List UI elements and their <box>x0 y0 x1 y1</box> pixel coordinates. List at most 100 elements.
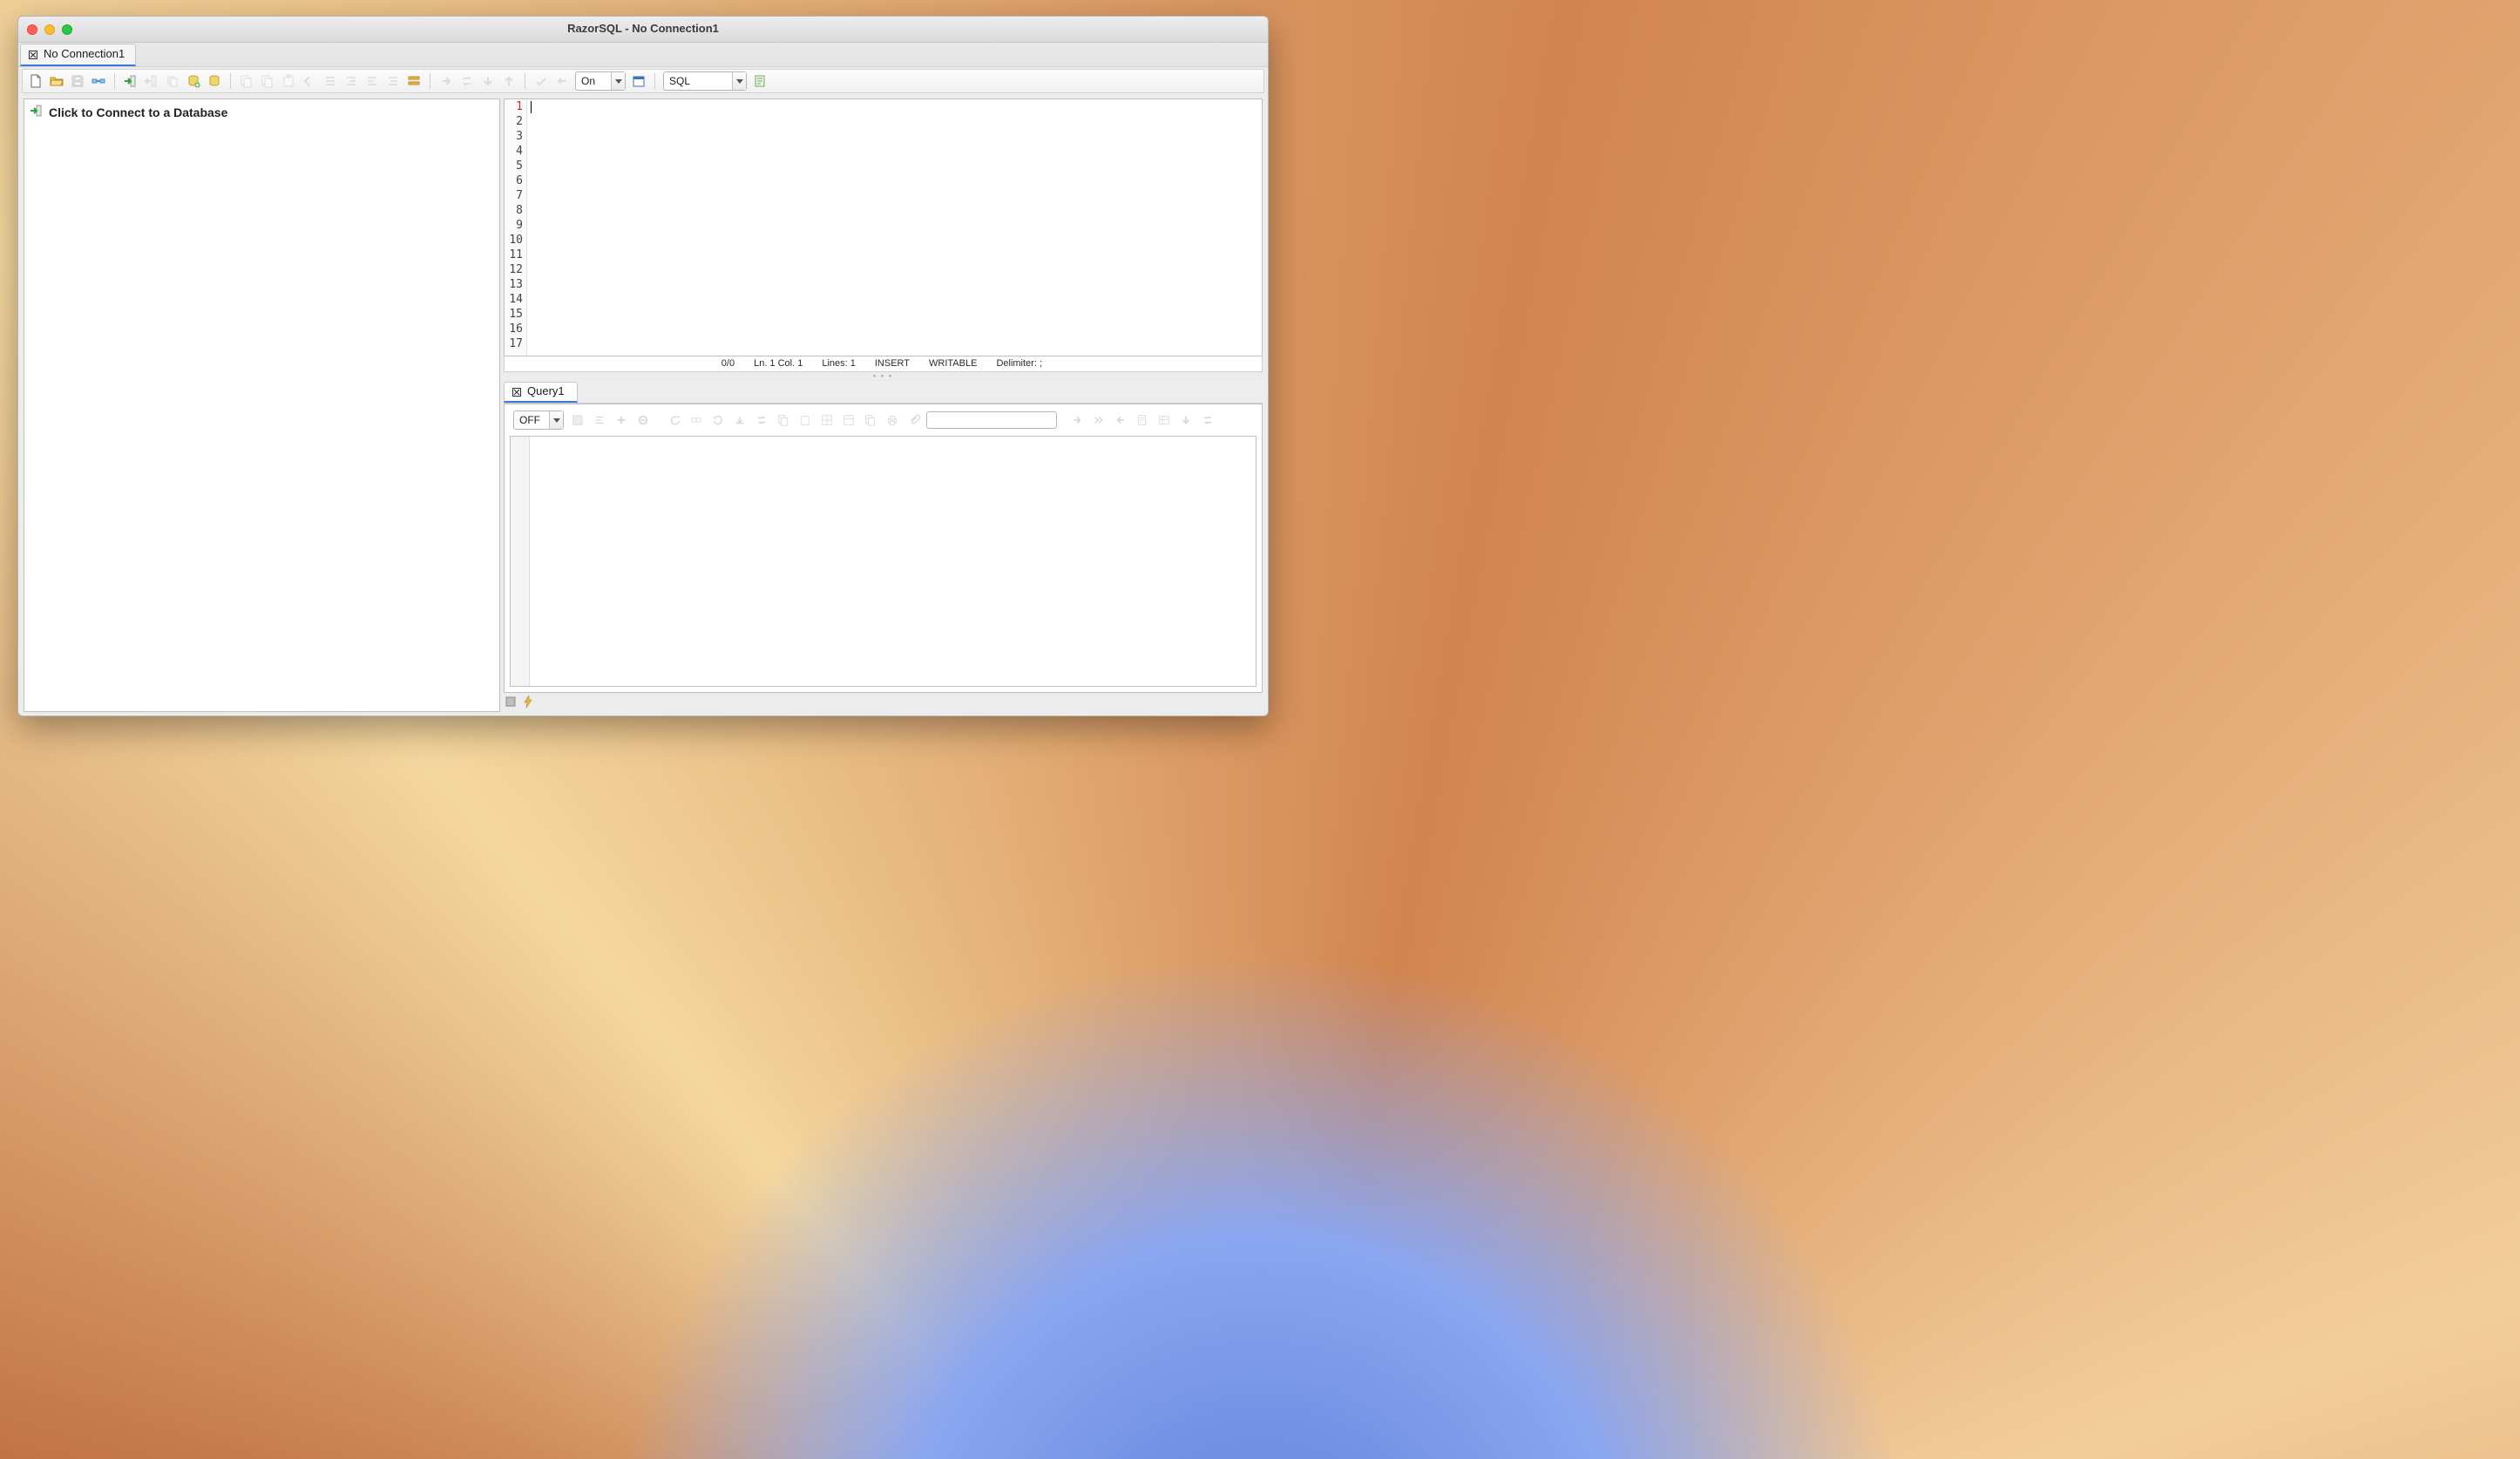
results-next-all-button[interactable] <box>1089 411 1108 429</box>
results-copy-button[interactable] <box>774 411 793 429</box>
results-tab-query1[interactable]: Query1 <box>504 382 578 403</box>
line-number: 6 <box>505 173 523 188</box>
sidebar-connect-item[interactable]: Click to Connect to a Database <box>24 99 499 126</box>
results-search-input[interactable] <box>926 411 1057 429</box>
close-icon[interactable] <box>511 387 522 397</box>
calendar-button[interactable] <box>629 72 648 90</box>
status-cursor: Ln. 1 Col. 1 <box>754 358 803 370</box>
indent-left-button[interactable] <box>321 72 340 90</box>
sql-editor[interactable]: 1234567891011121314151617 <box>504 98 1263 356</box>
results-tabstrip: Query1 <box>504 381 1263 404</box>
results-redo-button[interactable] <box>687 411 706 429</box>
line-number: 14 <box>505 292 523 307</box>
open-file-button[interactable] <box>47 72 66 90</box>
line-number: 7 <box>505 188 523 203</box>
line-number: 3 <box>505 129 523 144</box>
nav-up-button[interactable] <box>499 72 518 90</box>
rollback-button[interactable] <box>552 72 572 90</box>
line-number: 11 <box>505 248 523 262</box>
connection-tab-noconnection1[interactable]: No Connection1 <box>20 44 136 66</box>
text-cursor <box>531 101 532 113</box>
horizontal-splitter[interactable]: • • • <box>504 372 1263 381</box>
results-table-view-button[interactable] <box>1155 411 1174 429</box>
main-toolbar: On SQL <box>22 69 1264 93</box>
results-grid-button[interactable] <box>817 411 837 429</box>
nav-swap-button[interactable] <box>457 72 477 90</box>
paste-button[interactable] <box>279 72 298 90</box>
main-body: Click to Connect to a Database 123456789… <box>18 95 1268 716</box>
chevron-down-icon <box>611 72 625 90</box>
language-select[interactable]: SQL <box>663 71 747 91</box>
results-next-button[interactable] <box>1067 411 1087 429</box>
copy-button[interactable] <box>258 72 277 90</box>
results-undo-button[interactable] <box>665 411 684 429</box>
status-rw: WRITABLE <box>929 358 977 370</box>
align-button[interactable] <box>383 72 403 90</box>
results-add-row-button[interactable] <box>612 411 631 429</box>
results-save-button[interactable] <box>568 411 587 429</box>
line-number: 16 <box>505 322 523 336</box>
connect-button[interactable] <box>121 72 140 90</box>
nav-down-button[interactable] <box>478 72 498 90</box>
sql-reference-button[interactable] <box>750 72 769 90</box>
stop-icon[interactable] <box>505 696 516 710</box>
commit-button[interactable] <box>532 72 551 90</box>
database-drop-button[interactable] <box>205 72 224 90</box>
save-button[interactable] <box>68 72 87 90</box>
status-lines: Lines: 1 <box>822 358 856 370</box>
language-value: SQL <box>664 72 732 90</box>
editor-text-area[interactable] <box>527 99 1262 356</box>
results-tab-label: Query1 <box>527 384 565 398</box>
editor-statusbar: 0/0 Ln. 1 Col. 1 Lines: 1 INSERT WRITABL… <box>504 356 1263 372</box>
results-attachment-button[interactable] <box>904 411 924 429</box>
results-prev-button[interactable] <box>1111 411 1130 429</box>
line-number: 1 <box>505 99 523 114</box>
format-button[interactable] <box>362 72 382 90</box>
connect-icon <box>30 104 44 122</box>
line-number: 10 <box>505 233 523 248</box>
results-insert-button[interactable] <box>730 411 749 429</box>
status-delimiter: Delimiter: ; <box>996 358 1042 370</box>
new-tab-button[interactable] <box>184 72 203 90</box>
results-filter-value: OFF <box>514 411 549 429</box>
results-edit-button[interactable] <box>1133 411 1152 429</box>
chevron-down-icon <box>732 72 746 90</box>
results-footer <box>504 693 1263 712</box>
app-window: RazorSQL - No Connection1 No Connection1 <box>17 16 1269 716</box>
results-panel: OFF <box>504 404 1263 693</box>
results-delete-row-button[interactable] <box>633 411 653 429</box>
sidebar-connect-label: Click to Connect to a Database <box>49 105 227 121</box>
results-export-button[interactable] <box>861 411 880 429</box>
results-swap-button[interactable] <box>752 411 771 429</box>
autocomplete-select[interactable]: On <box>575 71 626 91</box>
line-number: 15 <box>505 307 523 322</box>
results-move-down-button[interactable] <box>1176 411 1196 429</box>
line-number: 8 <box>505 203 523 218</box>
copy-connection-button[interactable] <box>163 72 182 90</box>
line-number: 13 <box>505 277 523 292</box>
results-sort-button[interactable] <box>590 411 609 429</box>
titlebar: RazorSQL - No Connection1 <box>18 17 1268 43</box>
results-grid[interactable] <box>510 436 1257 687</box>
cut-button[interactable] <box>237 72 256 90</box>
nav-forward-button[interactable] <box>437 72 456 90</box>
lightning-icon[interactable] <box>523 696 533 711</box>
line-number: 4 <box>505 144 523 159</box>
results-filter-select[interactable]: OFF <box>513 411 564 430</box>
highlight-button[interactable] <box>404 72 423 90</box>
close-icon[interactable] <box>28 50 38 60</box>
sidebar: Click to Connect to a Database <box>24 98 500 712</box>
disconnect-button[interactable] <box>142 72 161 90</box>
autocomplete-value: On <box>576 72 611 90</box>
results-swap2-button[interactable] <box>1198 411 1217 429</box>
undo-button[interactable] <box>300 72 319 90</box>
results-print-button[interactable] <box>883 411 902 429</box>
indent-right-button[interactable] <box>342 72 361 90</box>
results-form-button[interactable] <box>839 411 858 429</box>
results-row-gutter <box>511 437 530 686</box>
results-refresh-button[interactable] <box>708 411 728 429</box>
results-paste-button[interactable] <box>796 411 815 429</box>
connection-wizard-button[interactable] <box>89 72 108 90</box>
new-file-button[interactable] <box>26 72 45 90</box>
results-toolbar: OFF <box>510 410 1257 431</box>
